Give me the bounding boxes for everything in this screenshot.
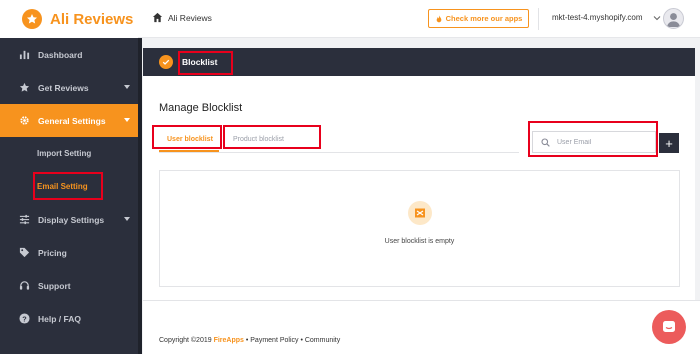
chevron-down-icon (124, 118, 130, 122)
sidebar-item-help-faq[interactable]: ? Help / FAQ (0, 302, 138, 335)
sidebar-item-label: Get Reviews (38, 82, 89, 93)
highlight-box-product-blocklist (223, 125, 321, 149)
footer: Copyright ©2019 FireApps • Payment Polic… (143, 300, 700, 354)
avatar[interactable] (663, 8, 684, 29)
headset-icon (18, 280, 30, 292)
highlight-box-search (528, 121, 658, 157)
tab-divider (159, 152, 519, 153)
sidebar-item-label: Display Settings (38, 214, 105, 225)
footer-links[interactable]: • Payment Policy • Community (244, 337, 340, 344)
sliders-icon (18, 214, 30, 226)
tag-icon (18, 247, 30, 259)
copyright: Copyright ©2019 FireApps • Payment Polic… (159, 337, 340, 344)
page-title: Manage Blocklist (159, 102, 243, 114)
question-icon: ? (18, 313, 30, 325)
home-icon (152, 12, 163, 23)
chat-button[interactable] (652, 310, 686, 344)
chevron-down-icon[interactable] (653, 14, 661, 22)
topbar-divider (538, 8, 539, 30)
sidebar-item-label: Help / FAQ (38, 313, 81, 324)
sidebar-item-support[interactable]: Support (0, 269, 138, 302)
blocklist-panel: Manage Blocklist User blocklist Product … (143, 76, 695, 300)
app-logo[interactable]: Ali Reviews (0, 0, 138, 38)
svg-text:?: ? (22, 314, 27, 323)
app-name: Ali Reviews (50, 10, 134, 28)
star-icon (18, 82, 30, 94)
sidebar-item-label: General Settings (38, 115, 106, 126)
breadcrumb-label: Ali Reviews (168, 12, 212, 23)
sidebar-item-label: Dashboard (38, 49, 83, 60)
chevron-down-icon (124, 85, 130, 89)
sidebar-item-general-settings[interactable]: General Settings (0, 104, 138, 137)
empty-state: User blocklist is empty (159, 170, 680, 287)
sidebar-scrollbar[interactable] (138, 38, 142, 354)
fireapps-link[interactable]: FireApps (214, 337, 244, 344)
chat-icon (663, 321, 675, 332)
gear-icon (18, 115, 30, 127)
highlight-box-blocklist (178, 51, 233, 75)
chevron-down-icon (124, 217, 130, 221)
shop-selector[interactable]: mkt-test-4.myshopify.com (552, 13, 643, 22)
bar-chart-icon (18, 49, 30, 61)
empty-state-text: User blocklist is empty (384, 238, 455, 245)
sidebar-item-dashboard[interactable]: Dashboard (0, 38, 138, 71)
star-logo-icon (22, 9, 42, 29)
breadcrumb[interactable]: Ali Reviews (152, 12, 212, 23)
check-more-apps-label: Check more our apps (445, 14, 523, 23)
check-circle-icon (159, 55, 173, 69)
sidebar-item-get-reviews[interactable]: Get Reviews (0, 71, 138, 104)
sidebar-item-display-settings[interactable]: Display Settings (0, 203, 138, 236)
sidebar-item-pricing[interactable]: Pricing (0, 236, 138, 269)
check-more-apps-button[interactable]: Check more our apps (428, 9, 529, 28)
top-bar: Ali Reviews Check more our apps mkt-test… (138, 0, 700, 38)
highlight-box-user-blocklist (152, 125, 222, 149)
highlight-box-email-setting (33, 172, 103, 200)
empty-list-icon (408, 201, 432, 225)
sidebar-item-label: Pricing (38, 247, 67, 258)
sidebar-item-label: Support (38, 280, 71, 291)
flame-icon (436, 14, 441, 22)
sidebar-subitem-import-setting[interactable]: Import Setting (0, 137, 138, 170)
add-user-button[interactable]: + (659, 133, 679, 153)
copyright-prefix: Copyright ©2019 (159, 337, 214, 344)
